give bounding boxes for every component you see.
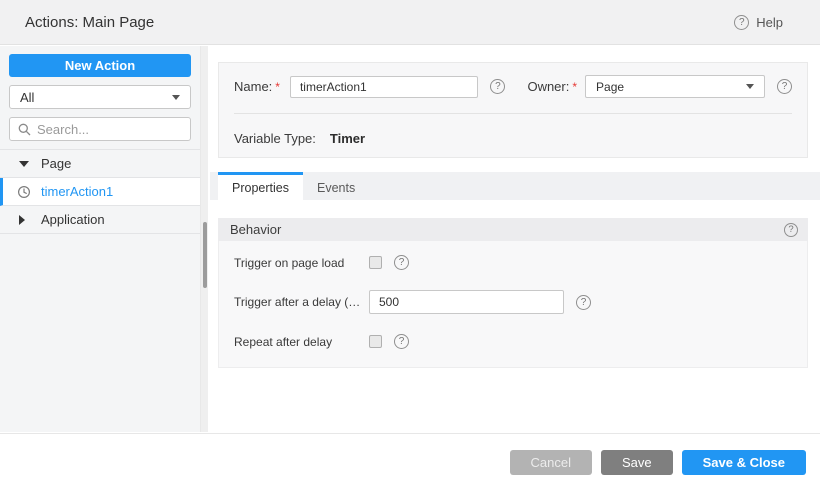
- help-button[interactable]: Help: [734, 14, 783, 30]
- trigger-delay-row: Trigger after a delay (millisec: [219, 290, 807, 314]
- collapse-arrow-icon[interactable]: [19, 215, 29, 225]
- action-filter-dropdown[interactable]: All: [9, 85, 191, 109]
- tree-item-label: Page: [41, 156, 72, 171]
- owner-help-icon[interactable]: [777, 79, 792, 94]
- actions-tree: Page timerAction1 Application: [0, 149, 200, 234]
- trigger-on-page-load-label: Trigger on page load: [234, 255, 345, 270]
- owner-label: Owner:: [527, 79, 570, 94]
- new-action-button[interactable]: New Action: [9, 54, 191, 77]
- behavior-help-icon[interactable]: [784, 222, 798, 237]
- required-marker: *: [275, 79, 280, 94]
- page-title: Actions: Main Page: [25, 13, 155, 31]
- behavior-section: Behavior Trigger on page load Trigger af…: [218, 218, 808, 368]
- behavior-section-title: Behavior: [230, 222, 282, 237]
- cancel-button[interactable]: Cancel: [509, 449, 592, 475]
- help-icon: [734, 14, 750, 30]
- detail-tabs: Properties Events: [210, 172, 820, 200]
- actions-dialog: Actions: Main Page Help New Action All: [0, 0, 820, 490]
- action-detail-pane: Name: * Owner: * Page Variable Type: Tim…: [210, 46, 820, 432]
- repeat-after-delay-row: Repeat after delay: [219, 334, 807, 349]
- action-summary-panel: Name: * Owner: * Page Variable Type: Tim…: [218, 62, 808, 158]
- tab-properties[interactable]: Properties: [218, 172, 303, 200]
- owner-dropdown[interactable]: Page: [585, 75, 765, 98]
- tree-item-application[interactable]: Application: [0, 206, 200, 234]
- tree-item-timer-action[interactable]: timerAction1: [0, 178, 200, 206]
- name-label: Name:: [234, 79, 273, 94]
- title-bar: Actions: Main Page Help: [0, 0, 820, 45]
- variable-type-row: Variable Type: Timer: [234, 131, 792, 146]
- name-input[interactable]: [289, 75, 479, 98]
- expand-arrow-icon[interactable]: [19, 161, 29, 167]
- sidebar-scrollbar-thumb[interactable]: [203, 222, 207, 288]
- trigger-on-page-load-row: Trigger on page load: [219, 255, 807, 270]
- save-and-close-button[interactable]: Save & Close: [681, 449, 806, 475]
- tree-item-label: timerAction1: [41, 184, 114, 199]
- search-icon: [18, 123, 31, 135]
- repeat-after-delay-checkbox[interactable]: [369, 335, 382, 348]
- tree-item-page[interactable]: Page: [0, 150, 200, 178]
- repeat-after-delay-help-icon[interactable]: [394, 334, 409, 349]
- panel-divider: [234, 113, 792, 114]
- trigger-on-page-load-checkbox[interactable]: [369, 256, 382, 269]
- chevron-down-icon: [172, 94, 180, 100]
- behavior-section-body: Trigger on page load Trigger after a del…: [218, 241, 808, 368]
- required-marker: *: [572, 79, 578, 94]
- chevron-down-icon: [746, 84, 754, 89]
- tab-events[interactable]: Events: [303, 172, 369, 200]
- actions-sidebar: New Action All Page: [0, 46, 200, 432]
- owner-value: Page: [596, 79, 625, 94]
- trigger-delay-label: Trigger after a delay (millisec: [234, 295, 369, 309]
- dialog-footer: Cancel Save Save & Close: [0, 433, 820, 490]
- sidebar-controls: New Action All: [0, 46, 200, 141]
- name-owner-row: Name: * Owner: * Page: [234, 75, 792, 98]
- action-filter-value: All: [20, 89, 35, 105]
- trigger-delay-input[interactable]: [369, 290, 564, 314]
- variable-type-value: Timer: [329, 131, 366, 146]
- help-label: Help: [756, 14, 783, 30]
- save-button[interactable]: Save: [600, 449, 673, 475]
- trigger-delay-help-icon[interactable]: [576, 294, 591, 310]
- behavior-section-header: Behavior: [218, 218, 808, 241]
- variable-type-label: Variable Type:: [234, 131, 316, 146]
- search-input[interactable]: [37, 121, 182, 137]
- clock-icon: [17, 185, 31, 199]
- trigger-on-page-load-help-icon[interactable]: [394, 255, 409, 270]
- repeat-after-delay-label: Repeat after delay: [234, 334, 333, 349]
- sidebar-scrollbar-track[interactable]: [200, 46, 208, 432]
- tree-item-label: Application: [41, 212, 105, 227]
- search-box: [9, 117, 191, 141]
- name-help-icon[interactable]: [490, 79, 506, 94]
